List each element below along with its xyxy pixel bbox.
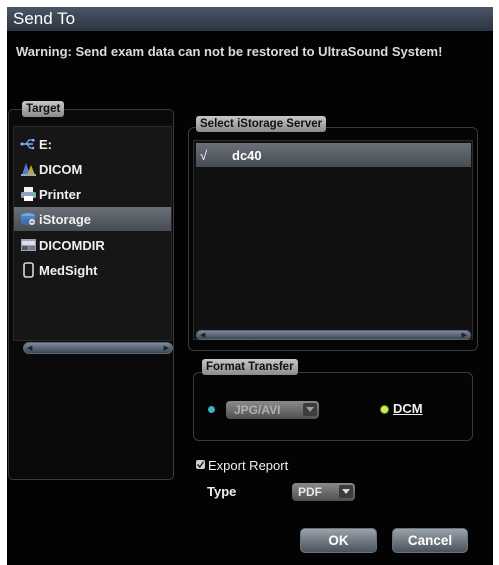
export-report-label: Export Report: [208, 458, 289, 473]
dialog-title: Send To: [7, 7, 493, 31]
type-label: Type: [207, 484, 237, 499]
chevron-down-icon: [303, 403, 317, 416]
server-legend: Select iStorage Server: [196, 116, 327, 132]
target-list: E: DICOM Printer iStorage DICOMDIR MedSi…: [13, 126, 172, 341]
printer-icon: [20, 186, 37, 203]
target-item-label: E:: [39, 136, 52, 152]
checkmark-icon: [197, 461, 204, 468]
chevron-down-icon: [339, 485, 353, 498]
target-item-e[interactable]: E:: [14, 132, 171, 156]
target-item-printer[interactable]: Printer: [14, 182, 171, 206]
selected-check-icon: √: [200, 147, 208, 163]
scroll-left-icon[interactable]: ◀: [27, 344, 32, 352]
target-item-label: DICOMDIR: [39, 237, 105, 253]
target-legend: Target: [22, 101, 65, 117]
type-combo[interactable]: PDF: [292, 483, 355, 501]
target-item-medsight[interactable]: MedSight: [14, 258, 171, 282]
dicomdir-icon: [20, 237, 37, 254]
server-scrollbar[interactable]: ◀ ▶: [196, 330, 471, 340]
export-report-checkbox[interactable]: [196, 460, 205, 469]
target-item-istorage[interactable]: iStorage: [14, 207, 171, 231]
ok-button[interactable]: OK: [300, 528, 377, 553]
scroll-left-icon[interactable]: ◀: [200, 331, 205, 339]
scroll-right-icon[interactable]: ▶: [164, 344, 169, 352]
target-item-dicomdir[interactable]: DICOMDIR: [14, 233, 171, 257]
dicom-icon: [20, 161, 37, 178]
format-legend: Format Transfer: [202, 359, 298, 375]
jpg-avi-radio[interactable]: [208, 406, 215, 413]
jpg-avi-label: JPG/AVI: [234, 403, 281, 417]
target-item-label: DICOM: [39, 161, 83, 177]
target-scrollbar[interactable]: ◀ ▶: [23, 342, 173, 354]
target-item-label: Printer: [39, 186, 81, 202]
istorage-icon: [20, 211, 37, 228]
dcm-radio[interactable]: [381, 406, 388, 413]
scroll-right-icon[interactable]: ▶: [462, 331, 467, 339]
usb-icon: [20, 136, 37, 153]
target-item-label: MedSight: [39, 262, 98, 278]
jpg-avi-combo[interactable]: JPG/AVI: [226, 401, 319, 419]
target-item-label: iStorage: [39, 211, 92, 227]
server-row[interactable]: √ dc40: [196, 143, 471, 167]
type-value: PDF: [298, 485, 322, 499]
medsight-icon: [20, 262, 37, 279]
server-name: dc40: [232, 147, 262, 163]
dcm-label[interactable]: DCM: [393, 401, 423, 416]
server-list: [193, 140, 473, 340]
warning-text: Warning: Send exam data can not be resto…: [16, 44, 443, 59]
cancel-button[interactable]: Cancel: [392, 528, 468, 553]
target-item-dicom[interactable]: DICOM: [14, 157, 171, 181]
